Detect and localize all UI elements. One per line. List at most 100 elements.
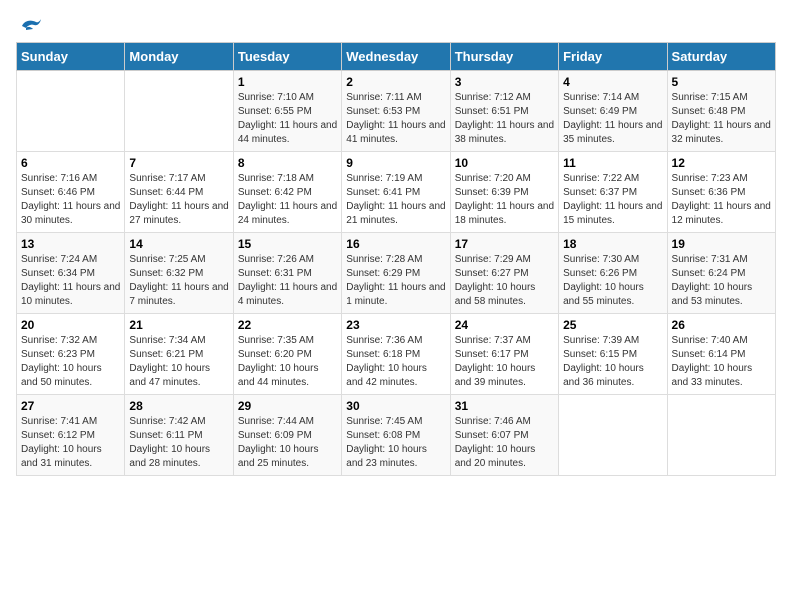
calendar-cell: 28 Sunrise: 7:42 AM Sunset: 6:11 PM Dayl… xyxy=(125,395,233,476)
day-number: 19 xyxy=(672,237,771,251)
daylight: Daylight: 11 hours and 27 minutes. xyxy=(129,201,228,226)
calendar-cell: 5 Sunrise: 7:15 AM Sunset: 6:48 PM Dayli… xyxy=(667,71,775,152)
day-info: Sunrise: 7:26 AM Sunset: 6:31 PM Dayligh… xyxy=(238,253,337,309)
day-info: Sunrise: 7:25 AM Sunset: 6:32 PM Dayligh… xyxy=(129,253,228,309)
day-number: 4 xyxy=(563,75,662,89)
column-header-tuesday: Tuesday xyxy=(233,43,341,71)
daylight: Daylight: 10 hours and 25 minutes. xyxy=(238,444,319,469)
day-number: 12 xyxy=(672,156,771,170)
day-number: 23 xyxy=(346,318,445,332)
calendar-cell: 19 Sunrise: 7:31 AM Sunset: 6:24 PM Dayl… xyxy=(667,233,775,314)
page-header xyxy=(16,16,776,34)
day-info: Sunrise: 7:42 AM Sunset: 6:11 PM Dayligh… xyxy=(129,415,228,471)
day-number: 29 xyxy=(238,399,337,413)
sunset: Sunset: 6:24 PM xyxy=(672,268,746,279)
sunset: Sunset: 6:37 PM xyxy=(563,187,637,198)
sunrise: Sunrise: 7:12 AM xyxy=(455,92,531,103)
day-info: Sunrise: 7:24 AM Sunset: 6:34 PM Dayligh… xyxy=(21,253,120,309)
sunset: Sunset: 6:21 PM xyxy=(129,349,203,360)
day-number: 8 xyxy=(238,156,337,170)
sunset: Sunset: 6:53 PM xyxy=(346,106,420,117)
daylight: Daylight: 10 hours and 55 minutes. xyxy=(563,282,644,307)
column-header-wednesday: Wednesday xyxy=(342,43,450,71)
sunrise: Sunrise: 7:25 AM xyxy=(129,254,205,265)
day-number: 9 xyxy=(346,156,445,170)
sunrise: Sunrise: 7:26 AM xyxy=(238,254,314,265)
calendar-cell: 14 Sunrise: 7:25 AM Sunset: 6:32 PM Dayl… xyxy=(125,233,233,314)
calendar-header-row: SundayMondayTuesdayWednesdayThursdayFrid… xyxy=(17,43,776,71)
day-number: 14 xyxy=(129,237,228,251)
daylight: Daylight: 10 hours and 47 minutes. xyxy=(129,363,210,388)
day-info: Sunrise: 7:35 AM Sunset: 6:20 PM Dayligh… xyxy=(238,334,337,390)
calendar-week-1: 1 Sunrise: 7:10 AM Sunset: 6:55 PM Dayli… xyxy=(17,71,776,152)
sunset: Sunset: 6:41 PM xyxy=(346,187,420,198)
day-info: Sunrise: 7:18 AM Sunset: 6:42 PM Dayligh… xyxy=(238,172,337,228)
sunrise: Sunrise: 7:19 AM xyxy=(346,173,422,184)
sunset: Sunset: 6:08 PM xyxy=(346,430,420,441)
day-info: Sunrise: 7:20 AM Sunset: 6:39 PM Dayligh… xyxy=(455,172,554,228)
day-number: 11 xyxy=(563,156,662,170)
day-info: Sunrise: 7:40 AM Sunset: 6:14 PM Dayligh… xyxy=(672,334,771,390)
sunrise: Sunrise: 7:10 AM xyxy=(238,92,314,103)
sunrise: Sunrise: 7:44 AM xyxy=(238,416,314,427)
daylight: Daylight: 11 hours and 21 minutes. xyxy=(346,201,445,226)
day-number: 22 xyxy=(238,318,337,332)
sunrise: Sunrise: 7:17 AM xyxy=(129,173,205,184)
day-info: Sunrise: 7:37 AM Sunset: 6:17 PM Dayligh… xyxy=(455,334,554,390)
calendar-cell: 26 Sunrise: 7:40 AM Sunset: 6:14 PM Dayl… xyxy=(667,314,775,395)
daylight: Daylight: 10 hours and 28 minutes. xyxy=(129,444,210,469)
daylight: Daylight: 11 hours and 1 minute. xyxy=(346,282,445,307)
day-info: Sunrise: 7:11 AM Sunset: 6:53 PM Dayligh… xyxy=(346,91,445,147)
sunset: Sunset: 6:14 PM xyxy=(672,349,746,360)
sunrise: Sunrise: 7:39 AM xyxy=(563,335,639,346)
calendar-week-5: 27 Sunrise: 7:41 AM Sunset: 6:12 PM Dayl… xyxy=(17,395,776,476)
calendar-cell: 24 Sunrise: 7:37 AM Sunset: 6:17 PM Dayl… xyxy=(450,314,558,395)
day-info: Sunrise: 7:22 AM Sunset: 6:37 PM Dayligh… xyxy=(563,172,662,228)
calendar-cell: 6 Sunrise: 7:16 AM Sunset: 6:46 PM Dayli… xyxy=(17,152,125,233)
sunrise: Sunrise: 7:24 AM xyxy=(21,254,97,265)
sunset: Sunset: 6:17 PM xyxy=(455,349,529,360)
daylight: Daylight: 11 hours and 41 minutes. xyxy=(346,120,445,145)
calendar-week-3: 13 Sunrise: 7:24 AM Sunset: 6:34 PM Dayl… xyxy=(17,233,776,314)
daylight: Daylight: 11 hours and 7 minutes. xyxy=(129,282,228,307)
daylight: Daylight: 10 hours and 39 minutes. xyxy=(455,363,536,388)
sunrise: Sunrise: 7:28 AM xyxy=(346,254,422,265)
day-info: Sunrise: 7:36 AM Sunset: 6:18 PM Dayligh… xyxy=(346,334,445,390)
day-number: 30 xyxy=(346,399,445,413)
daylight: Daylight: 11 hours and 30 minutes. xyxy=(21,201,120,226)
sunrise: Sunrise: 7:45 AM xyxy=(346,416,422,427)
sunset: Sunset: 6:15 PM xyxy=(563,349,637,360)
daylight: Daylight: 10 hours and 53 minutes. xyxy=(672,282,753,307)
day-info: Sunrise: 7:32 AM Sunset: 6:23 PM Dayligh… xyxy=(21,334,120,390)
calendar-cell: 7 Sunrise: 7:17 AM Sunset: 6:44 PM Dayli… xyxy=(125,152,233,233)
calendar-cell: 16 Sunrise: 7:28 AM Sunset: 6:29 PM Dayl… xyxy=(342,233,450,314)
day-number: 5 xyxy=(672,75,771,89)
day-number: 27 xyxy=(21,399,120,413)
calendar-cell xyxy=(559,395,667,476)
daylight: Daylight: 10 hours and 33 minutes. xyxy=(672,363,753,388)
daylight: Daylight: 10 hours and 36 minutes. xyxy=(563,363,644,388)
calendar-body: 1 Sunrise: 7:10 AM Sunset: 6:55 PM Dayli… xyxy=(17,71,776,476)
day-number: 26 xyxy=(672,318,771,332)
sunset: Sunset: 6:34 PM xyxy=(21,268,95,279)
calendar-cell: 31 Sunrise: 7:46 AM Sunset: 6:07 PM Dayl… xyxy=(450,395,558,476)
calendar-cell: 17 Sunrise: 7:29 AM Sunset: 6:27 PM Dayl… xyxy=(450,233,558,314)
sunset: Sunset: 6:44 PM xyxy=(129,187,203,198)
day-info: Sunrise: 7:16 AM Sunset: 6:46 PM Dayligh… xyxy=(21,172,120,228)
day-number: 25 xyxy=(563,318,662,332)
day-number: 2 xyxy=(346,75,445,89)
sunset: Sunset: 6:55 PM xyxy=(238,106,312,117)
daylight: Daylight: 11 hours and 10 minutes. xyxy=(21,282,120,307)
calendar-cell: 18 Sunrise: 7:30 AM Sunset: 6:26 PM Dayl… xyxy=(559,233,667,314)
day-info: Sunrise: 7:15 AM Sunset: 6:48 PM Dayligh… xyxy=(672,91,771,147)
sunrise: Sunrise: 7:46 AM xyxy=(455,416,531,427)
column-header-saturday: Saturday xyxy=(667,43,775,71)
day-info: Sunrise: 7:31 AM Sunset: 6:24 PM Dayligh… xyxy=(672,253,771,309)
sunset: Sunset: 6:49 PM xyxy=(563,106,637,117)
day-info: Sunrise: 7:17 AM Sunset: 6:44 PM Dayligh… xyxy=(129,172,228,228)
day-info: Sunrise: 7:12 AM Sunset: 6:51 PM Dayligh… xyxy=(455,91,554,147)
day-info: Sunrise: 7:34 AM Sunset: 6:21 PM Dayligh… xyxy=(129,334,228,390)
sunset: Sunset: 6:32 PM xyxy=(129,268,203,279)
calendar-cell: 21 Sunrise: 7:34 AM Sunset: 6:21 PM Dayl… xyxy=(125,314,233,395)
calendar-week-4: 20 Sunrise: 7:32 AM Sunset: 6:23 PM Dayl… xyxy=(17,314,776,395)
